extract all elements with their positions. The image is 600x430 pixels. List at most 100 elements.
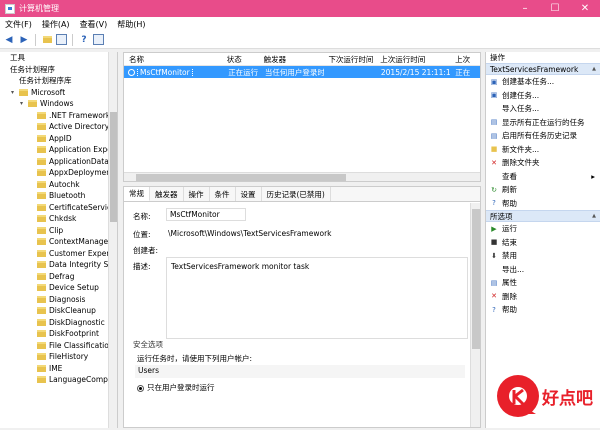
action-item[interactable]: ↻ 刷新 bbox=[486, 183, 600, 197]
back-arrow-icon[interactable]: ◀ bbox=[3, 34, 15, 46]
tree-item[interactable]: LanguageCompo bbox=[0, 374, 117, 386]
action-label: 结束 bbox=[502, 237, 517, 247]
action-item[interactable]: ■ 结束 bbox=[486, 236, 600, 250]
actions-section-folder[interactable]: TextServicesFramework bbox=[486, 63, 600, 75]
action-item[interactable]: ? 帮助 bbox=[486, 197, 600, 211]
task-list-hscrollbar[interactable] bbox=[124, 172, 480, 181]
tree-item[interactable]: Diagnosis bbox=[0, 294, 117, 306]
task-list-hscroll-thumb[interactable] bbox=[136, 174, 346, 181]
column-status[interactable]: 状态 bbox=[222, 54, 259, 65]
location-label: 位置: bbox=[133, 230, 151, 239]
action-item[interactable]: ▣ 创建任务... bbox=[486, 89, 600, 103]
tree-item[interactable]: 任务计划程序 bbox=[0, 64, 117, 76]
tree-item-label: Device Setup bbox=[49, 283, 99, 293]
run-only-logged-on-option[interactable]: 只在用户登录时运行 bbox=[137, 382, 215, 393]
tree-item[interactable]: DiskCleanup bbox=[0, 305, 117, 317]
tree-item[interactable]: ApplicationData bbox=[0, 156, 117, 168]
menu-help[interactable]: 帮助(H) bbox=[112, 19, 150, 30]
radio-button[interactable] bbox=[137, 384, 144, 392]
tree-expander-icon[interactable]: ▾ bbox=[20, 100, 28, 107]
tree-item[interactable]: Active Directory bbox=[0, 121, 117, 133]
folder-icon bbox=[19, 88, 28, 96]
action-label: 创建基本任务... bbox=[502, 77, 555, 87]
tree-item[interactable]: ▾ Microsoft bbox=[0, 87, 117, 99]
tree-item[interactable]: Application Expe bbox=[0, 144, 117, 156]
action-label: 显示所有正在运行的任务 bbox=[502, 117, 585, 127]
minimize-button[interactable]: – bbox=[510, 0, 540, 17]
tree-item[interactable]: IME bbox=[0, 363, 117, 375]
action-item[interactable]: ▶ 运行 bbox=[486, 222, 600, 236]
menu-bar: 文件(F) 操作(A) 查看(V) 帮助(H) bbox=[0, 17, 600, 31]
actions-section-selected[interactable]: 所选项 bbox=[486, 210, 600, 222]
tab-triggers[interactable]: 触发器 bbox=[150, 187, 184, 201]
action-item[interactable]: ✕ 删除文件夹 bbox=[486, 156, 600, 170]
tree-item[interactable]: AppID bbox=[0, 133, 117, 145]
tree-item[interactable]: 任务计划程序库 bbox=[0, 75, 117, 87]
column-trigger[interactable]: 触发器 bbox=[259, 54, 324, 65]
action-item[interactable]: ▤ 属性 bbox=[486, 276, 600, 290]
tree-item[interactable]: Autochk bbox=[0, 179, 117, 191]
tree-item[interactable]: Chkdsk bbox=[0, 213, 117, 225]
column-next-run[interactable]: 下次运行时间 bbox=[323, 54, 375, 65]
show-hide-tree-icon[interactable] bbox=[56, 34, 67, 45]
tree-item[interactable]: 工具 bbox=[0, 52, 117, 64]
tree-item[interactable]: Bluetooth bbox=[0, 190, 117, 202]
tree-item[interactable]: Device Setup bbox=[0, 282, 117, 294]
tree-item[interactable]: CertificateService bbox=[0, 202, 117, 214]
tree-item[interactable]: Defrag bbox=[0, 271, 117, 283]
action-item[interactable]: 导出... bbox=[486, 263, 600, 277]
tree-item[interactable]: AppxDeploymen bbox=[0, 167, 117, 179]
tab-settings[interactable]: 设置 bbox=[236, 187, 262, 201]
tree-scrollbar[interactable] bbox=[108, 52, 117, 428]
forward-arrow-icon[interactable]: ▶ bbox=[18, 34, 30, 46]
action-item[interactable]: 导入任务... bbox=[486, 102, 600, 116]
tree-item-label: Chkdsk bbox=[49, 214, 77, 224]
tree-item[interactable]: Customer Experi bbox=[0, 248, 117, 260]
tree-scroll-thumb[interactable] bbox=[110, 112, 117, 222]
tree-item-label: Data Integrity Sc bbox=[49, 260, 113, 270]
details-scroll-thumb[interactable] bbox=[472, 209, 480, 349]
column-last-result[interactable]: 上次 bbox=[450, 54, 480, 65]
menu-file[interactable]: 文件(F) bbox=[0, 19, 37, 30]
action-item[interactable]: ▣ 创建基本任务... bbox=[486, 75, 600, 89]
tree-expander-icon[interactable]: ▾ bbox=[11, 89, 19, 96]
tree-item[interactable]: .NET Framework bbox=[0, 110, 117, 122]
up-folder-icon[interactable] bbox=[41, 34, 53, 46]
menu-action[interactable]: 操作(A) bbox=[37, 19, 75, 30]
show-hide-action-pane-icon[interactable] bbox=[93, 34, 104, 45]
tree-item[interactable]: DiskFootprint bbox=[0, 328, 117, 340]
tree-item[interactable]: File Classification bbox=[0, 340, 117, 352]
tree-item[interactable]: FileHistory bbox=[0, 351, 117, 363]
tree-item-label: Diagnosis bbox=[49, 294, 86, 304]
tab-conditions[interactable]: 条件 bbox=[210, 187, 236, 201]
action-item[interactable]: ▤ 启用所有任务历史记录 bbox=[486, 129, 600, 143]
name-value[interactable]: MsCtfMonitor bbox=[166, 208, 246, 221]
column-name[interactable]: 名称 bbox=[124, 54, 222, 65]
action-item[interactable]: ✕ 删除 bbox=[486, 290, 600, 304]
tab-general[interactable]: 常规 bbox=[124, 187, 150, 201]
tree-item[interactable]: ContextManager bbox=[0, 236, 117, 248]
tab-actions[interactable]: 操作 bbox=[184, 187, 210, 201]
tree-item[interactable]: DiskDiagnostic bbox=[0, 317, 117, 329]
description-value[interactable]: TextServicesFramework monitor task bbox=[166, 257, 468, 339]
maximize-button[interactable]: ☐ bbox=[540, 0, 570, 17]
action-item[interactable]: ⬇ 禁用 bbox=[486, 249, 600, 263]
tree-item[interactable]: ▾ Windows bbox=[0, 98, 117, 110]
task-status: 正在运行 bbox=[228, 67, 259, 77]
tree-item-label: Active Directory bbox=[49, 122, 110, 132]
tab-history[interactable]: 历史记录(已禁用) bbox=[262, 187, 331, 201]
details-scrollbar[interactable] bbox=[470, 203, 480, 427]
action-item[interactable]: ? 帮助 bbox=[486, 303, 600, 317]
help-icon[interactable]: ? bbox=[78, 34, 90, 46]
tree-item[interactable]: Data Integrity Sc bbox=[0, 259, 117, 271]
action-item[interactable]: 查看 ▸ bbox=[486, 170, 600, 184]
action-item[interactable]: ▤ 显示所有正在运行的任务 bbox=[486, 116, 600, 130]
action-item[interactable]: ■ 新文件夹... bbox=[486, 143, 600, 157]
tree-item-label: ApplicationData bbox=[49, 156, 109, 166]
menu-view[interactable]: 查看(V) bbox=[75, 19, 113, 30]
properties-icon: ▤ bbox=[490, 278, 498, 287]
close-button[interactable]: ✕ bbox=[570, 0, 600, 17]
column-last-run[interactable]: 上次运行时间 bbox=[375, 54, 450, 65]
task-row[interactable]: MsCtfMonitor 正在运行 当任何用户登录时 2015/2/15 21:… bbox=[124, 66, 480, 78]
tree-item[interactable]: Clip bbox=[0, 225, 117, 237]
